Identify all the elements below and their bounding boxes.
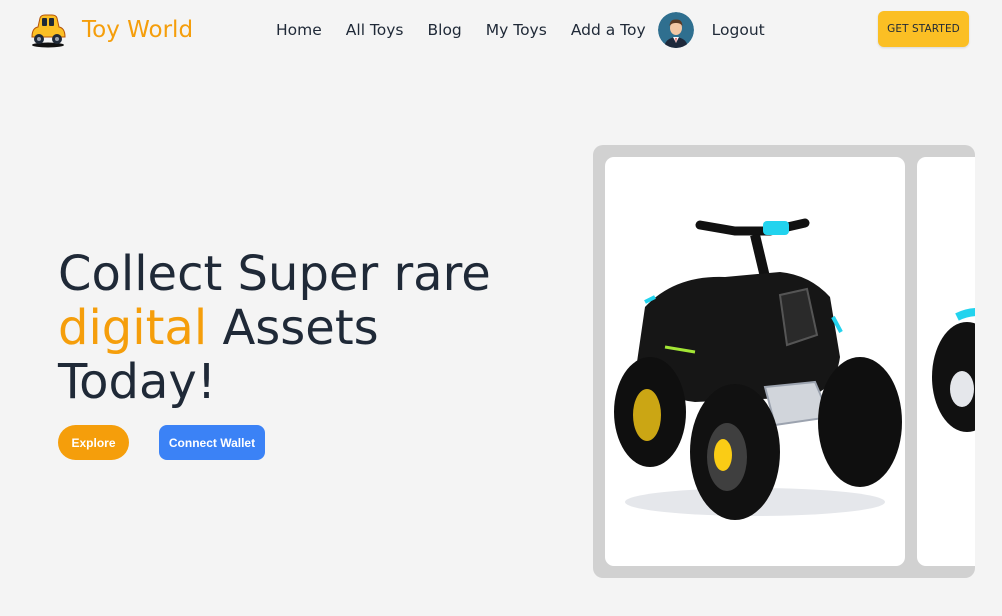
nav-home[interactable]: Home	[276, 21, 322, 39]
hero-title-line2: Assets	[207, 300, 379, 356]
user-avatar-icon[interactable]	[657, 12, 694, 48]
nav-add-a-toy[interactable]: Add a Toy	[571, 21, 646, 39]
brand-link[interactable]: Toy World	[28, 11, 193, 49]
toy-car-icon	[31, 14, 66, 48]
atv-ride-on-toy-image	[932, 308, 975, 432]
connect-wallet-button[interactable]: Connect Wallet	[159, 425, 265, 460]
main-menu: Home All Toys Blog My Toys Add a Toy Log…	[276, 12, 789, 48]
hero-title-line3: Today!	[58, 354, 217, 410]
atv-ride-on-toy-image	[614, 218, 902, 520]
nav-my-toys[interactable]: My Toys	[486, 21, 547, 39]
hero-title-line1: Collect Super rare	[58, 246, 491, 302]
nav-logout[interactable]: Logout	[712, 21, 765, 39]
hero-title-accent: digital	[58, 300, 208, 356]
hero-title: Collect Super rare digital Assets Today!	[58, 247, 558, 409]
toy-carousel[interactable]	[593, 145, 975, 578]
brand-name: Toy World	[82, 16, 194, 43]
nav-all-toys[interactable]: All Toys	[346, 21, 404, 39]
explore-button[interactable]: Explore	[58, 425, 129, 460]
carousel-slide[interactable]	[917, 157, 975, 566]
nav-blog[interactable]: Blog	[428, 21, 462, 39]
carousel-slide[interactable]	[605, 157, 905, 566]
navbar: Toy World Home All Toys Blog My Toys Add…	[0, 0, 1002, 60]
get-started-button[interactable]: GET STARTED	[878, 11, 969, 47]
